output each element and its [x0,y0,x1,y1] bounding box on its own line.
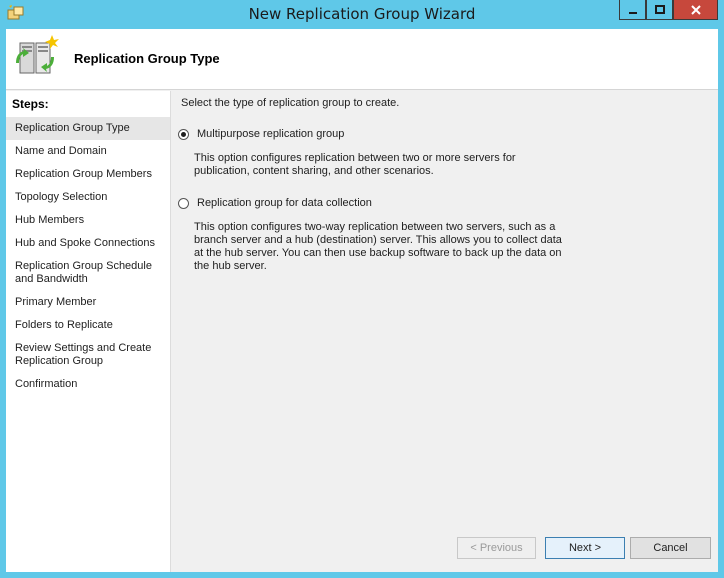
step-hub-and-spoke-connections[interactable]: Hub and Spoke Connections [6,237,170,250]
replication-servers-icon [12,33,62,83]
steps-panel: Steps: Replication Group Type Name and D… [6,91,171,572]
minimize-button[interactable] [619,0,646,20]
radio-selected-dot [181,131,186,137]
steps-heading: Steps: [12,97,49,111]
data-collection-radio[interactable] [178,197,189,209]
option-data-collection[interactable]: Replication group for data collection [178,197,372,209]
step-replication-group-members[interactable]: Replication Group Members [6,168,170,181]
step-name-and-domain[interactable]: Name and Domain [6,145,170,158]
wizard-window: New Replication Group Wizard Replication… [0,0,724,578]
minimize-icon [628,11,637,14]
instruction-text: Select the type of replication group to … [181,97,400,109]
step-schedule-and-bandwidth[interactable]: Replication Group Schedule and Bandwidth [6,260,156,286]
step-replication-group-type[interactable]: Replication Group Type [6,117,170,140]
step-confirmation[interactable]: Confirmation [6,378,170,391]
step-primary-member[interactable]: Primary Member [6,296,170,309]
step-topology-selection[interactable]: Topology Selection [6,191,170,204]
page-header: Replication Group Type [6,29,718,90]
wizard-client-area: Replication Group Type Steps: Replicatio… [6,29,718,572]
close-button[interactable] [673,0,718,20]
option-multipurpose[interactable]: Multipurpose replication group [178,128,344,140]
maximize-icon [654,4,665,14]
window-title: New Replication Group Wizard [248,5,476,23]
data-collection-label[interactable]: Replication group for data collection [197,197,372,209]
multipurpose-radio[interactable] [178,128,189,140]
previous-button[interactable]: < Previous [457,537,536,559]
step-folders-to-replicate[interactable]: Folders to Replicate [6,319,170,332]
cancel-button[interactable]: Cancel [630,537,711,559]
content-panel: Select the type of replication group to … [172,91,718,572]
step-review-settings[interactable]: Review Settings and Create Replication G… [6,342,156,368]
maximize-button[interactable] [646,0,673,20]
step-hub-members[interactable]: Hub Members [6,214,170,227]
title-bar[interactable]: New Replication Group Wizard [0,0,724,29]
multipurpose-label[interactable]: Multipurpose replication group [197,128,344,140]
close-icon [690,4,701,15]
multipurpose-description: This option configures replication betwe… [194,152,516,177]
next-button[interactable]: Next > [545,537,625,559]
page-title: Replication Group Type [74,51,220,66]
data-collection-description: This option configures two-way replicati… [194,221,562,272]
